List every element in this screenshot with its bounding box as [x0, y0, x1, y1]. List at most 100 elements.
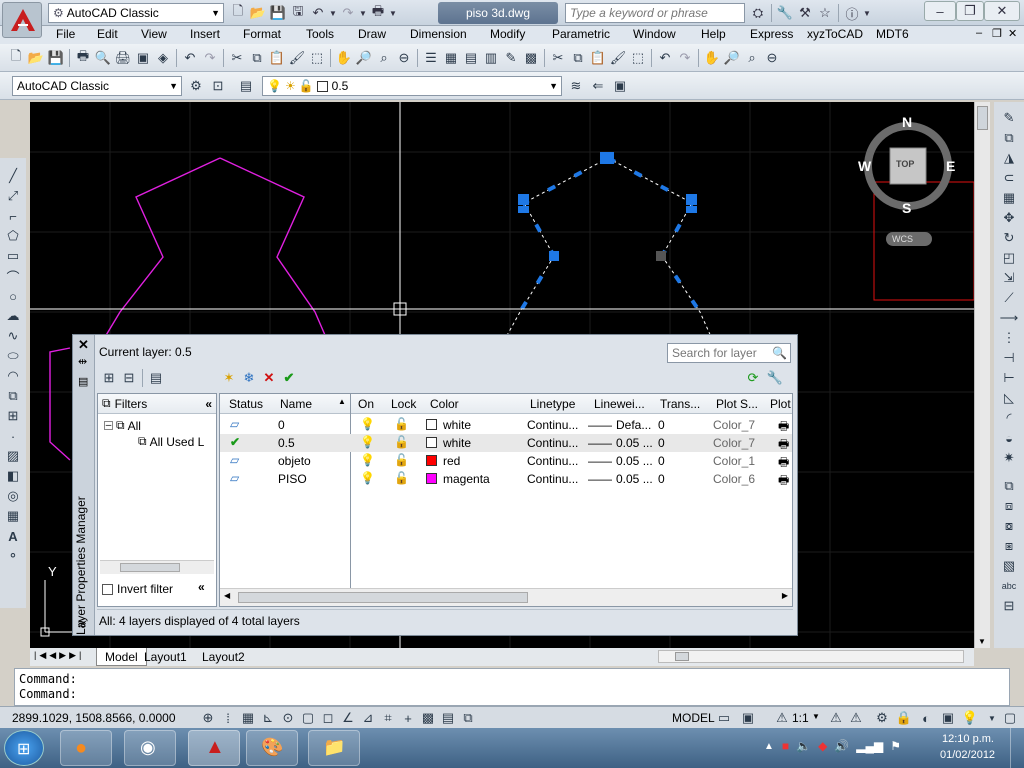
rectangle-icon[interactable]: ▭ [3, 246, 23, 266]
flag-icon[interactable]: ⚑ [890, 739, 901, 753]
trim-icon[interactable]: ⟋ [999, 288, 1019, 308]
bulb-icon[interactable]: 💡 [360, 435, 375, 449]
make-current-icon[interactable]: ≋ [566, 76, 586, 96]
refresh-icon[interactable]: ⟳ [743, 368, 763, 388]
break-at-point-icon[interactable]: ⋮ [999, 328, 1019, 348]
cut-icon[interactable]: ✂ [548, 48, 568, 68]
col-name[interactable]: Name [280, 397, 312, 411]
layer-transparency[interactable]: 0 [658, 436, 665, 450]
model-space-toggle[interactable]: MODEL [672, 711, 715, 725]
plot-icon[interactable]: 🖶 [73, 48, 93, 68]
zoom-window-icon[interactable]: ⌕ [742, 48, 762, 68]
annotation-scale-icon[interactable]: ⚠ [772, 708, 792, 728]
binoculars-icon[interactable]: ⛭ [748, 3, 768, 23]
menu-modify[interactable]: Modify [490, 27, 525, 41]
3d-object-snap-icon[interactable]: ◻ [318, 708, 338, 728]
snap-mode-icon[interactable]: ⁞ [218, 708, 238, 728]
quickcalc-icon[interactable]: ▩ [521, 48, 541, 68]
menu-file[interactable]: File [56, 27, 75, 41]
layer-transparency[interactable]: 0 [658, 472, 665, 486]
menu-draw[interactable]: Draw [358, 27, 386, 41]
layer-name[interactable]: objeto [278, 454, 311, 468]
clock-time[interactable]: 12:10 p.m. [942, 733, 994, 745]
menu-format[interactable]: Format [243, 27, 281, 41]
menu-tools[interactable]: Tools [306, 27, 334, 41]
chamfer-icon[interactable]: ◺ [999, 388, 1019, 408]
settings-wrench-icon[interactable]: 🔧 [765, 368, 785, 388]
speaker-icon[interactable]: 🔊 [834, 739, 849, 753]
viewcube-south[interactable]: S [902, 200, 911, 216]
show-hidden-icons[interactable]: ▲ [764, 741, 774, 752]
paste-icon[interactable]: 📋 [588, 48, 608, 68]
new-icon[interactable]: 🗋 [6, 48, 26, 68]
region-icon[interactable]: ◎ [3, 486, 23, 506]
help-icon[interactable]: ⓘ [842, 3, 862, 23]
filter-all-used[interactable]: All Used L [150, 435, 205, 449]
menu-dimension[interactable]: Dimension [410, 27, 467, 41]
volume-tray-icon[interactable]: 🔈 [796, 739, 811, 753]
taskbar-autocad[interactable]: ▲ [188, 730, 240, 766]
layer-row[interactable]: ✔ 0.5 💡 🔓 white Continu... —— 0.05 ... 0… [220, 434, 792, 452]
revision-cloud-icon[interactable]: ☁ [3, 306, 23, 326]
print-icon[interactable]: 🖶 [368, 3, 388, 23]
expand-minus-icon[interactable]: – [104, 421, 113, 431]
layer-states-icon[interactable]: ▤ [146, 368, 166, 388]
layer-row[interactable]: ▱ objeto 💡 🔓 red Continu... —— 0.05 ... … [220, 452, 792, 470]
layer-dropdown[interactable]: 💡 ☀ 🔓 0.5 ▼ [262, 76, 562, 96]
restore-window-button[interactable]: ❐ [956, 1, 984, 21]
layer-name[interactable]: 0 [278, 418, 285, 432]
application-menu-button[interactable] [2, 2, 42, 38]
match-properties-icon[interactable]: 🖌 [608, 48, 628, 68]
polar-tracking-icon[interactable]: ⊙ [278, 708, 298, 728]
layer-lineweight[interactable]: Defa... [616, 418, 651, 432]
layer-lineweight[interactable]: 0.05 ... [616, 436, 653, 450]
new-property-filter-icon[interactable]: ⊞ [99, 368, 119, 388]
open-icon[interactable]: 📂 [248, 3, 268, 23]
menu-window[interactable]: Window [633, 27, 676, 41]
circle-icon[interactable]: ○ [3, 286, 23, 306]
text-front-icon[interactable]: ⧆ [999, 536, 1019, 556]
object-snap-tracking-icon[interactable]: ∠ [338, 708, 358, 728]
zoom-previous-icon[interactable]: ⊖ [762, 48, 782, 68]
workspace-dropdown[interactable]: ⚙ AutoCAD Classic ▼ [48, 3, 224, 23]
draworder-icon[interactable]: ⧉ [999, 476, 1019, 496]
annotation-visibility-icon[interactable]: ⚠ [826, 708, 846, 728]
abc-icon[interactable]: abc [999, 576, 1019, 596]
color-swatch[interactable] [426, 437, 437, 448]
taskbar-firefox[interactable]: ● [60, 730, 112, 766]
undo-icon[interactable]: ↶ [655, 48, 675, 68]
keyword-search-input[interactable]: Type a keyword or phrase [565, 3, 745, 23]
design-center-icon[interactable]: ▦ [441, 48, 461, 68]
col-transparency[interactable]: Trans... [660, 397, 700, 411]
gear-icon[interactable]: ⚙ [186, 76, 206, 96]
explode-icon[interactable]: ✷ [999, 448, 1019, 468]
col-linetype[interactable]: Linetype [530, 397, 575, 411]
doc-close-icon[interactable]: ✕ [1008, 27, 1017, 40]
properties-icon[interactable]: ☰ [421, 48, 441, 68]
col-lineweight[interactable]: Linewei... [594, 397, 645, 411]
clean-screen-icon[interactable]: ▢ [1000, 708, 1020, 728]
filters-hscroll[interactable] [100, 560, 214, 574]
open-icon[interactable]: 📂 [26, 48, 46, 68]
tab-layout1[interactable]: Layout1 [144, 650, 187, 664]
match-properties-icon[interactable]: 🖌 [287, 48, 307, 68]
layer-row[interactable]: ▱ 0 💡 🔓 white Continu... —— Defa... 0 Co… [220, 416, 792, 434]
undo-icon[interactable]: ↶ [180, 48, 200, 68]
tool-palettes-icon[interactable]: ▤ [461, 48, 481, 68]
printer-icon[interactable]: 🖶 [778, 471, 789, 492]
block-editor-icon[interactable]: ⬚ [628, 48, 648, 68]
favorites-star-icon[interactable]: ☆ [815, 3, 835, 23]
tab-model[interactable]: Model [96, 648, 147, 666]
markup-icon[interactable]: ✎ [501, 48, 521, 68]
layer-name[interactable]: 0.5 [278, 436, 295, 450]
ellipse-icon[interactable]: ⬭ [3, 346, 23, 366]
pan-icon[interactable]: ✋ [334, 48, 354, 68]
mirror-icon[interactable]: ◮ [999, 148, 1019, 168]
subscription-icon[interactable]: 🔧 [775, 3, 795, 23]
gradient-icon[interactable]: ◧ [3, 466, 23, 486]
sheet-set-icon[interactable]: ▥ [481, 48, 501, 68]
construction-line-icon[interactable]: ⤢ [3, 186, 23, 206]
chevron-down-icon[interactable]: ▼ [388, 3, 398, 23]
paste-icon[interactable]: 📋 [267, 48, 287, 68]
zoom-previous-icon[interactable]: ⊖ [394, 48, 414, 68]
